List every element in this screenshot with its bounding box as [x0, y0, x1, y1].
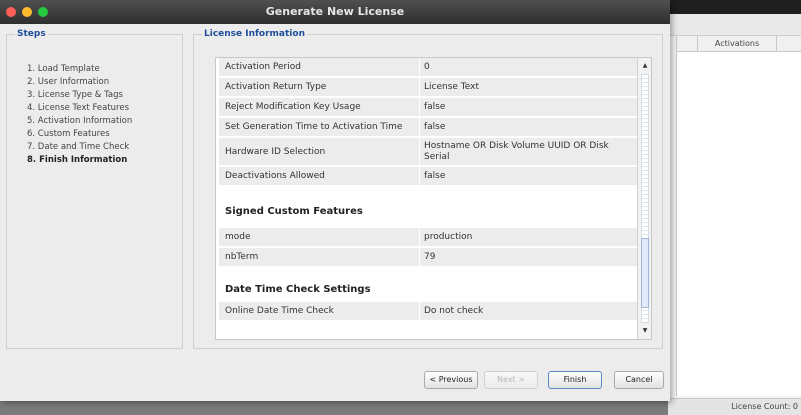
scroll-down-arrow-icon[interactable]: ▼ [638, 325, 651, 337]
steps-panel: Steps 1. Load Template 2. User Informati… [6, 29, 183, 349]
license-information-scroll-area[interactable]: Activation Period 0 Activation Return Ty… [215, 57, 652, 340]
license-count-status: License Count: 0 [668, 398, 801, 415]
generate-license-dialog: Generate New License Steps 1. Load Templ… [0, 0, 670, 401]
row-value: false [419, 167, 637, 185]
license-information-heading: License Information [202, 29, 307, 39]
finish-button[interactable]: Finish [548, 371, 602, 389]
row-key: Activation Period [225, 62, 301, 72]
row-value: 0 [419, 58, 637, 76]
step-item: 5. Activation Information [27, 116, 133, 126]
row-key: Set Generation Time to Activation Time [225, 122, 403, 132]
row-key: Online Date Time Check [225, 306, 334, 316]
row-key: Hardware ID Selection [225, 147, 326, 157]
background-bottom-strip [0, 400, 668, 415]
table-row: Reject Modification Key Usage false [219, 98, 637, 117]
row-value: false [419, 118, 637, 136]
vertical-scrollbar[interactable]: ▲ ▼ [637, 58, 651, 339]
scrollbar-thumb[interactable] [641, 238, 649, 308]
step-item: 6. Custom Features [27, 129, 110, 139]
step-item: 4. License Text Features [27, 103, 129, 113]
row-key: Deactivations Allowed [225, 171, 325, 181]
column-header-activations[interactable]: Activations [697, 36, 777, 52]
next-button[interactable]: Next > [484, 371, 538, 389]
table-row: Deactivations Allowed false [219, 167, 637, 186]
step-item: 2. User Information [27, 77, 110, 87]
step-item-active: 8. Finish Information [27, 155, 128, 165]
row-key: nbTerm [225, 252, 259, 262]
row-key: Reject Modification Key Usage [225, 102, 361, 112]
row-value: 79 [419, 248, 637, 266]
activations-table-header: Activations [677, 36, 801, 52]
row-value: false [419, 98, 637, 116]
table-row: Activation Period 0 [219, 58, 637, 77]
table-row: Activation Return Type License Text [219, 78, 637, 97]
table-row: Online Date Time Check Do not check [219, 302, 637, 321]
row-key: mode [225, 232, 251, 242]
row-key: Activation Return Type [225, 82, 327, 92]
dialog-title: Generate New License [265, 5, 405, 18]
row-value: Hostname OR Disk Volume UUID OR Disk Ser… [419, 138, 637, 165]
steps-heading: Steps [15, 29, 48, 39]
signed-custom-features-title: Signed Custom Features [225, 206, 363, 217]
step-item: 3. License Type & Tags [27, 90, 123, 100]
dialog-titlebar[interactable]: Generate New License [0, 0, 670, 24]
scroll-up-arrow-icon[interactable]: ▲ [638, 60, 651, 72]
table-row: Set Generation Time to Activation Time f… [219, 118, 637, 137]
row-value: License Text [419, 78, 637, 96]
background-app-window: Activations License Count: 0 [668, 0, 801, 415]
step-item: 7. Date and Time Check [27, 142, 130, 152]
table-row: nbTerm 79 [219, 248, 637, 267]
step-item: 1. Load Template [27, 64, 100, 74]
table-row: mode production [219, 228, 637, 247]
row-value: Do not check [419, 302, 637, 320]
date-time-check-settings-title: Date Time Check Settings [225, 284, 371, 295]
cancel-button[interactable]: Cancel [614, 371, 664, 389]
activations-table[interactable]: Activations [676, 36, 801, 396]
background-toolbar [668, 14, 801, 36]
steps-list: 1. Load Template 2. User Information 3. … [27, 63, 132, 167]
row-value: production [419, 228, 637, 246]
background-menubar [668, 0, 801, 14]
previous-button[interactable]: < Previous [424, 371, 478, 389]
table-row: Hardware ID Selection Hostname OR Disk V… [219, 138, 637, 166]
